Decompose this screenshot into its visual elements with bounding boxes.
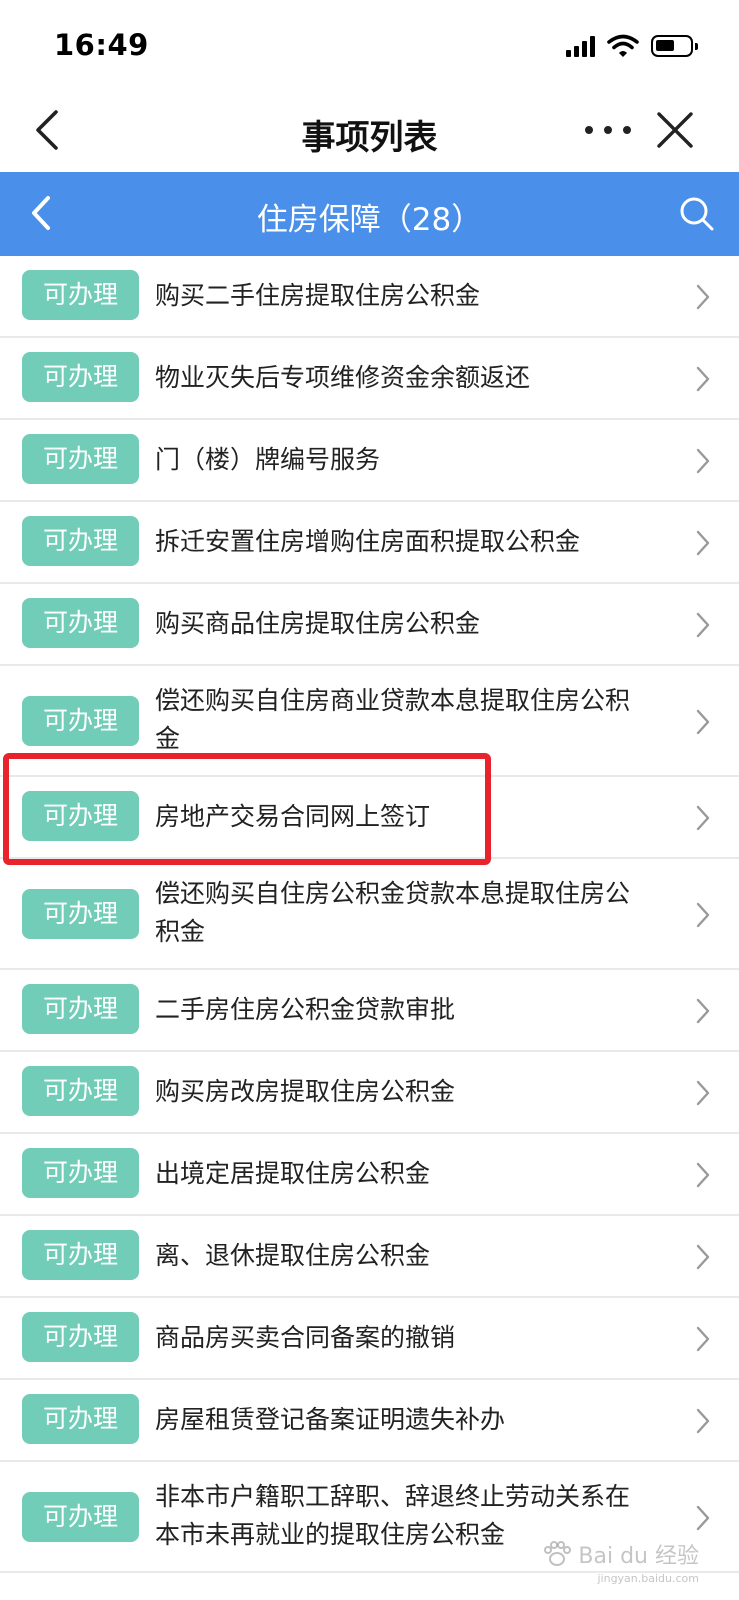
chevron-right-icon [696, 902, 710, 928]
top-nav: 事项列表 [0, 90, 739, 172]
list-item-label: 物业灭失后专项维修资金余额返还 [155, 363, 531, 392]
status-badge: 可办理 [22, 516, 139, 566]
list-item-label: 二手房住房公积金贷款审批 [155, 995, 456, 1024]
chevron-right-icon [696, 1080, 710, 1106]
status-badge: 可办理 [22, 1230, 139, 1280]
chevron-right-icon [696, 1326, 710, 1352]
status-badge: 可办理 [22, 352, 139, 402]
list-item[interactable]: 可办理 偿还购买自住房商业贷款本息提取住房公积金 [0, 666, 739, 777]
list-item-label: 购买房改房提取住房公积金 [155, 1077, 456, 1106]
list-item-label: 偿还购买自住房公积金贷款本息提取住房公积金 [155, 879, 631, 946]
list-item[interactable]: 可办理 离、退休提取住房公积金 [0, 1216, 739, 1298]
status-badge: 可办理 [22, 791, 139, 841]
chevron-right-icon [696, 709, 710, 735]
status-badge: 可办理 [22, 1148, 139, 1198]
list-item[interactable]: 可办理 房地产交易合同网上签订 [0, 777, 739, 859]
list-item[interactable]: 可办理 购买房改房提取住房公积金 [0, 1052, 739, 1134]
category-title: 住房保障（28） [256, 202, 483, 238]
list-item[interactable]: 可办理 物业灭失后专项维修资金余额返还 [0, 338, 739, 420]
list-item[interactable]: 可办理 购买商品住房提取住房公积金 [0, 584, 739, 666]
battery-icon [651, 35, 698, 57]
status-badge: 可办理 [22, 270, 139, 320]
list-item-label: 房屋租赁登记备案证明遗失补办 [155, 1405, 506, 1434]
watermark: Bai du 经验 jingyan.baidu.com [542, 1538, 699, 1585]
status-badge: 可办理 [22, 434, 139, 484]
paw-icon [544, 1541, 572, 1566]
list-item-label: 出境定居提取住房公积金 [155, 1159, 431, 1188]
list-item-label: 购买商品住房提取住房公积金 [155, 609, 481, 638]
watermark-text: Bai du 经验 [578, 1544, 699, 1569]
status-badge: 可办理 [22, 889, 139, 939]
status-time: 16:49 [54, 28, 149, 62]
list-item[interactable]: 可办理 商品房买卖合同备案的撤销 [0, 1298, 739, 1380]
list-item[interactable]: 可办理 拆迁安置住房增购住房面积提取公积金 [0, 502, 739, 584]
list-item[interactable]: 可办理 门（楼）牌编号服务 [0, 420, 739, 502]
list-item-label: 拆迁安置住房增购住房面积提取公积金 [155, 527, 581, 556]
close-icon[interactable] [649, 104, 701, 156]
list-item-label: 离、退休提取住房公积金 [155, 1241, 431, 1270]
status-badge: 可办理 [22, 696, 139, 746]
list-item[interactable]: 可办理 出境定居提取住房公积金 [0, 1134, 739, 1216]
status-badge: 可办理 [22, 1066, 139, 1116]
signal-icon [566, 35, 595, 57]
status-badge: 可办理 [22, 1394, 139, 1444]
chevron-right-icon [696, 998, 710, 1024]
status-badge: 可办理 [22, 598, 139, 648]
chevron-right-icon [696, 1505, 710, 1531]
status-icons [566, 33, 698, 59]
watermark-subtext: jingyan.baidu.com [597, 1572, 699, 1585]
wifi-icon [607, 34, 639, 57]
list-item[interactable]: 可办理 房屋租赁登记备案证明遗失补办 [0, 1380, 739, 1462]
status-badge: 可办理 [22, 984, 139, 1034]
chevron-right-icon [696, 612, 710, 638]
service-list: 可办理 购买二手住房提取住房公积金 可办理 物业灭失后专项维修资金余额返还 可办… [0, 256, 739, 1573]
status-badge: 可办理 [22, 1312, 139, 1362]
status-bar: 16:49 [0, 0, 739, 90]
chevron-right-icon [696, 1244, 710, 1270]
list-item[interactable]: 可办理 二手房住房公积金贷款审批 [0, 970, 739, 1052]
list-item-label: 购买二手住房提取住房公积金 [155, 281, 481, 310]
chevron-right-icon [696, 448, 710, 474]
list-item[interactable]: 可办理 偿还购买自住房公积金贷款本息提取住房公积金 [0, 859, 739, 970]
list-item-label: 房地产交易合同网上签订 [155, 802, 431, 831]
category-header: 住房保障（28） [0, 172, 739, 256]
status-badge: 可办理 [22, 1492, 139, 1542]
chevron-right-icon [696, 1408, 710, 1434]
list-item-label: 门（楼）牌编号服务 [155, 445, 381, 474]
list-item[interactable]: 可办理 购买二手住房提取住房公积金 [0, 256, 739, 338]
more-icon[interactable] [585, 112, 631, 148]
chevron-right-icon [696, 1162, 710, 1188]
search-icon[interactable] [675, 192, 719, 236]
chevron-right-icon [696, 530, 710, 556]
chevron-right-icon [696, 366, 710, 392]
chevron-right-icon [696, 805, 710, 831]
list-item-label: 偿还购买自住房商业贷款本息提取住房公积金 [155, 686, 631, 753]
list-item-label: 商品房买卖合同备案的撤销 [155, 1323, 456, 1352]
chevron-right-icon [696, 284, 710, 310]
